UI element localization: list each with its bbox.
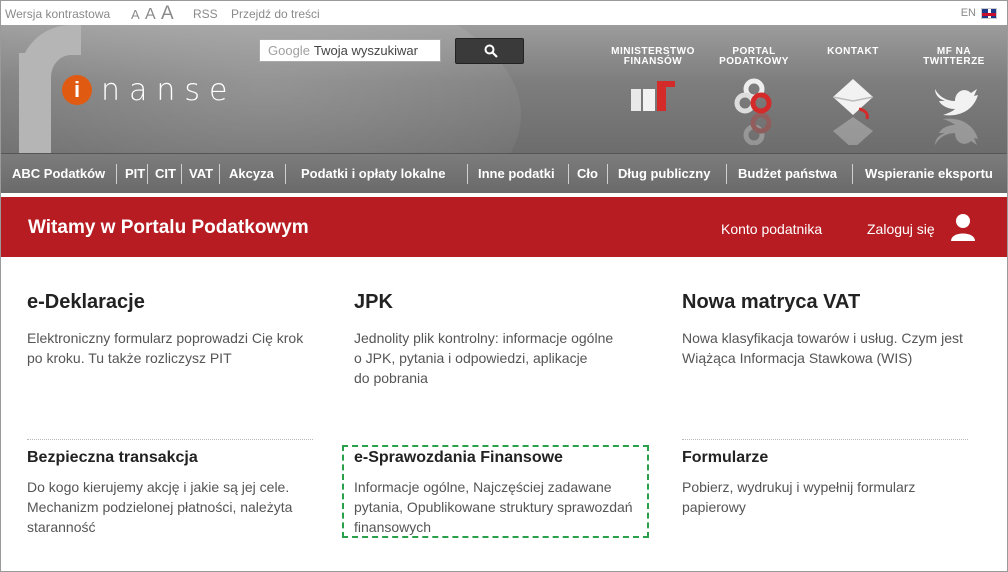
nav-item-budzet-panstwa[interactable]: Budżet państwa (738, 166, 837, 181)
nav-separator (607, 164, 608, 184)
nav-separator (181, 164, 182, 184)
welcome-banner: Witamy w Portalu Podatkowym Konto podatn… (1, 197, 1007, 257)
card-nowa-matryca-vat[interactable]: Nowa matryca VAT Nowa klasyfikacja towar… (682, 291, 972, 368)
language-code: EN (960, 7, 976, 19)
contact-envelope-icon[interactable] (829, 75, 879, 149)
search-input[interactable]: Google Twoja wyszukiwar (259, 39, 441, 62)
skip-to-content-link[interactable]: Przejdź do treści (231, 7, 320, 21)
contact-link[interactable]: KONTAKT (808, 47, 898, 57)
card-title[interactable]: Bezpieczna transakcja (27, 449, 317, 467)
nav-separator (147, 164, 148, 184)
card-jpk[interactable]: JPK Jednolity plik kontrolny: informacje… (354, 291, 644, 388)
page-frame: Wersja kontrastowa A A A RSS Przejdź do … (0, 0, 1008, 572)
card-title[interactable]: Nowa matryca VAT (682, 291, 972, 314)
card-description: Elektroniczny formularz poprowadzi Cię k… (27, 330, 304, 366)
logo-text[interactable]: nanse (101, 73, 237, 108)
card-description: Nowa klasyfikacja towarów i usług. Czym … (682, 330, 963, 366)
user-icon[interactable] (949, 213, 977, 241)
divider (682, 439, 968, 440)
utility-bar: Wersja kontrastowa A A A RSS Przejdź do … (1, 1, 1007, 25)
card-description: Pobierz, wydrukuj i wypełnij formularz pa… (682, 479, 916, 515)
font-size-controls: A A A (131, 3, 175, 25)
login-link[interactable]: Zaloguj się (867, 221, 935, 237)
card-e-sprawozdania[interactable]: e-Sprawozdania Finansowe Informacje ogól… (354, 449, 644, 537)
card-e-deklaracje[interactable]: e-Deklaracje Elektroniczny formularz pop… (27, 291, 317, 368)
language-switch[interactable]: EN (961, 7, 997, 19)
card-formularze[interactable]: Formularze Pobierz, wydrukuj i wypełnij … (682, 449, 972, 517)
search-icon (484, 44, 498, 58)
nav-item-wspieranie-eksportu[interactable]: Wspieranie eksportu (865, 166, 993, 181)
card-title[interactable]: e-Sprawozdania Finansowe (354, 449, 644, 467)
font-size-medium[interactable]: A (145, 6, 157, 24)
nav-separator (568, 164, 569, 184)
nav-separator (219, 164, 220, 184)
font-size-small[interactable]: A (131, 7, 141, 22)
nav-separator (726, 164, 727, 184)
search-button[interactable] (455, 38, 524, 64)
ministry-logo-icon[interactable] (629, 39, 679, 145)
site-header: i nanse Google Twoja wyszukiwar MINISTERS… (1, 25, 1007, 153)
twitter-bird-icon[interactable] (929, 75, 979, 145)
card-description: Do kogo kierujemy akcję i jakie są jej c… (27, 479, 293, 535)
ministry-link[interactable]: MINISTERSTWO FINANSÓW (608, 47, 698, 67)
card-title[interactable]: e-Deklaracje (27, 291, 317, 314)
nav-item-abc-podatkow[interactable]: ABC Podatków (12, 166, 105, 181)
card-title[interactable]: JPK (354, 291, 644, 314)
nav-item-clo[interactable]: Cło (577, 166, 598, 181)
taxpayer-account-link[interactable]: Konto podatnika (721, 221, 822, 237)
card-bezpieczna-transakcja[interactable]: Bezpieczna transakcja Do kogo kierujemy … (27, 449, 317, 537)
nav-item-vat[interactable]: VAT (189, 166, 213, 181)
divider (27, 439, 313, 440)
card-title[interactable]: Formularze (682, 449, 972, 467)
nav-item-dlug-publiczny[interactable]: Dług publiczny (618, 166, 710, 181)
welcome-title: Witamy w Portalu Podatkowym (28, 217, 309, 238)
font-size-large[interactable]: A (161, 3, 175, 25)
nav-separator (285, 164, 286, 184)
logo-i-badge[interactable]: i (62, 75, 92, 105)
uk-flag-icon (981, 7, 997, 19)
google-label: Google (268, 43, 310, 58)
rss-link[interactable]: RSS (193, 7, 218, 21)
tax-portal-logo-icon[interactable] (729, 75, 779, 146)
nav-item-akcyza[interactable]: Akcyza (229, 166, 274, 181)
tax-portal-link[interactable]: PORTAL PODATKOWY (709, 47, 799, 67)
nav-item-inne-podatki[interactable]: Inne podatki (478, 166, 555, 181)
nav-separator (116, 164, 117, 184)
search-placeholder: Twoja wyszukiwar (313, 43, 418, 58)
nav-item-podatki-lokalne[interactable]: Podatki i opłaty lokalne (301, 166, 445, 181)
nav-item-pit[interactable]: PIT (125, 166, 145, 181)
main-navigation: ABC Podatków PIT CIT VAT Akcyza Podatki … (1, 153, 1007, 193)
nav-separator (852, 164, 853, 184)
contrast-version-link[interactable]: Wersja kontrastowa (5, 7, 110, 21)
card-description: Informacje ogólne, Najczęściej zadawane p… (354, 479, 633, 535)
card-description: Jednolity plik kontrolny: informacje ogó… (354, 330, 614, 386)
twitter-link[interactable]: MF NA TWITTERZE (909, 47, 999, 67)
nav-item-cit[interactable]: CIT (155, 166, 176, 181)
nav-separator (467, 164, 468, 184)
